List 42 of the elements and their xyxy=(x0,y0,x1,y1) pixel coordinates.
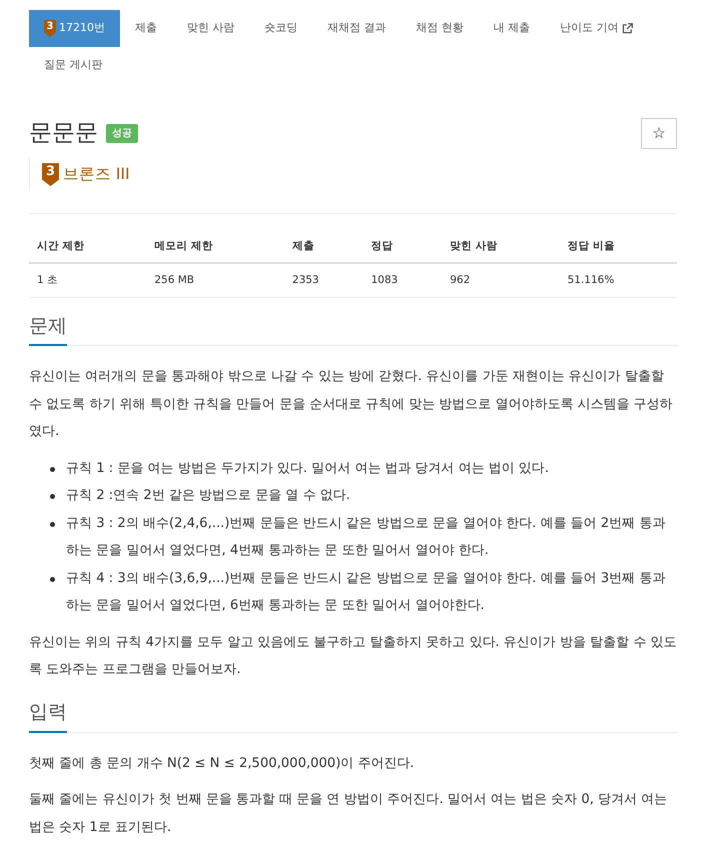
list-item-text: 규칙 1 : 문을 여는 방법은 두가지가 있다. 밀어서 여는 법과 당겨서 여는 법이 있다. xyxy=(66,460,549,478)
column-header: 제출 xyxy=(284,232,364,263)
paragraph-text: 첫째 줄에 총 문의 개수 N(2 ≤ N ≤ 2,500,000,000)이 주어진다. xyxy=(29,754,416,773)
table-cell: 51.116% xyxy=(559,263,677,298)
tier-icon: 3 xyxy=(44,20,56,37)
section-heading: 입력 xyxy=(29,700,67,733)
table-cell: 2353 xyxy=(284,263,364,298)
list-item-text: 규칙 3 : 2의 배수(2,4,6,...)번째 문들은 반드시 같은 방법으로 문을 열어야 한다. 예를 들어 2번째 통과하는 문을 밀어서 열었다면, 4번째 통과하는 문 또한 밀어서 열어야 한다. xyxy=(66,514,666,560)
tab[interactable]: 맞힌 사람 xyxy=(172,10,250,47)
result-label: 성공 xyxy=(106,124,138,143)
favorite-star-button[interactable]: ☆ xyxy=(641,118,677,149)
bullet-icon xyxy=(50,466,55,472)
table-cell: 1083 xyxy=(363,263,442,298)
tab[interactable]: 재채점 결과 xyxy=(312,10,401,47)
section-heading: 문제 xyxy=(29,314,67,346)
bullet-icon xyxy=(50,494,55,500)
table-cell: 256 MB xyxy=(146,263,284,298)
list-item-text: 규칙 4 : 3의 배수(3,6,9,...)번째 문들은 반드시 같은 방법으로 문을 열어야 한다. 예를 들어 3번째 통과하는 문을 밀어서 열었다면, 6번째 통과하는 문 또한 밀어서 열어야한다. xyxy=(66,570,666,616)
column-header: 시간 제한 xyxy=(29,232,146,263)
tab[interactable]: 숏코딩 xyxy=(250,10,312,47)
column-header: 메모리 제한 xyxy=(146,232,284,263)
column-header: 정답 xyxy=(363,232,442,263)
table-cell: 1 초 xyxy=(29,263,146,298)
list-item-text: 규칙 2 :연속 2번 같은 방법으로 문을 열 수 없다. xyxy=(66,487,350,506)
table-cell: 962 xyxy=(442,263,560,298)
tier-icon: 3 xyxy=(42,163,59,186)
column-header: 정답 비율 xyxy=(559,232,677,263)
paragraph-text: 유신이는 여러개의 문을 통과해야 밖으로 나갈 수 있는 방에 갇혔다. 유신이를 가둔 재현이는 유신이가 탈출할 수 없도록 하기 위해 특이한 규칙을 만들어 문을 순서대로 규칙에 맞는 방법으로 열어야하도록 시스템을 구성하였다. xyxy=(29,368,674,442)
tier-name: 브론즈 III xyxy=(63,164,130,185)
tab[interactable]: 난이도 기여 xyxy=(545,10,648,47)
tab[interactable]: 채점 현황 xyxy=(401,10,478,47)
tab[interactable]: 3 17210번 xyxy=(29,10,120,47)
bullet-icon xyxy=(50,522,55,527)
tab[interactable]: 내 제출 xyxy=(478,10,545,47)
paragraph-text: 둘째 줄에는 유신이가 첫 번째 문을 통과할 때 문을 연 방법이 주어진다. 밀어서 여는 법은 숫자 0, 당겨서 여는 법은 숫자 1로 표기된다. xyxy=(29,791,668,837)
tab[interactable]: 질문 게시판 xyxy=(29,47,118,84)
external-link-icon xyxy=(622,23,632,34)
problem-title: 문문문 xyxy=(29,120,98,148)
bullet-icon xyxy=(50,576,55,582)
column-header: 맞힌 사람 xyxy=(442,232,560,263)
paragraph-text: 유신이는 위의 규칙 4가지를 모두 알고 있음에도 불구하고 탈출하지 못하고 있다. 유신이가 방을 탈출할 수 있도록 도와주는 프로그램을 만들어보자. xyxy=(29,634,677,680)
tab[interactable]: 제출 xyxy=(120,10,172,47)
